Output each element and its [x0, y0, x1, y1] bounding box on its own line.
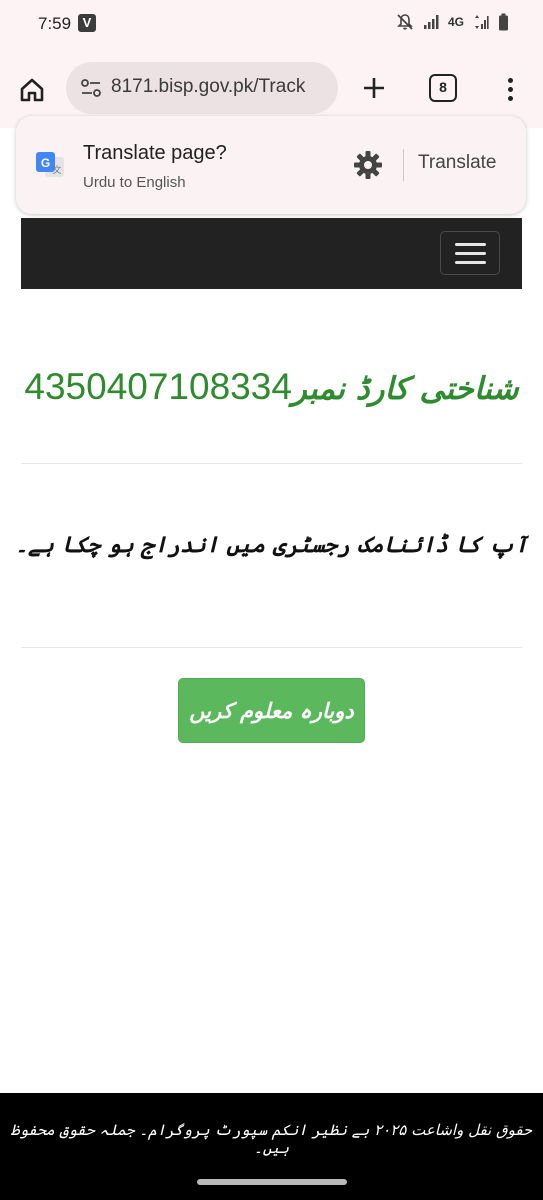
divider [21, 647, 522, 648]
menu-dot [507, 95, 513, 101]
new-tab-button[interactable] [356, 70, 392, 106]
hamburger-line [454, 242, 486, 246]
translate-banner: G 文 Translate page? Urdu to English Tran… [16, 116, 526, 214]
registration-message: آپ کا ڈائنامک رجسٹری میں اندراج ہو چکا ہ… [15, 532, 528, 558]
data-signal-icon [475, 15, 489, 29]
menu-dot [507, 77, 513, 83]
plus-icon [364, 78, 384, 98]
more-vert-icon[interactable] [495, 72, 525, 106]
gesture-navigation-bar[interactable] [197, 1179, 347, 1185]
hamburger-line [454, 251, 486, 255]
translate-divider [403, 149, 404, 181]
cnic-heading: 4350407108334شناختی کارڈ نمبر [0, 366, 543, 408]
address-bar[interactable]: 8171.bisp.gov.pk/Track [66, 62, 338, 114]
status-time: 7:59 [38, 14, 72, 33]
cnic-number: 4350407108334 [24, 366, 292, 407]
status-bar: 7:59 V 4G [0, 0, 543, 48]
tune-icon[interactable] [80, 78, 102, 98]
translate-language-pair: Urdu to English [83, 174, 186, 191]
home-button[interactable] [14, 72, 50, 108]
menu-dot [507, 86, 513, 92]
battery-icon [499, 13, 508, 31]
status-icons: 4G [396, 13, 509, 31]
hamburger-line [454, 260, 486, 264]
signal-icon [423, 15, 439, 29]
gear-icon[interactable] [353, 150, 383, 180]
retry-button[interactable]: دوبارہ معلوم کریں [178, 678, 365, 743]
footer-copyright: حقوق نقل واشاعت ۲۰۲۵ بے نظیر انکم سپورٹ … [10, 1121, 533, 1157]
tabs-icon[interactable]: 8 [429, 74, 457, 102]
hamburger-icon[interactable] [440, 231, 500, 275]
svg-text:文: 文 [52, 164, 61, 176]
cnic-label: شناختی کارڈ نمبر [291, 371, 519, 407]
network-type: 4G [447, 15, 464, 29]
svg-text:G: G [41, 156, 50, 170]
app-notification-icon: V [78, 14, 96, 32]
translate-title: Translate page? [83, 142, 227, 164]
home-icon [20, 78, 44, 102]
translate-button[interactable]: Translate [418, 152, 497, 174]
divider [21, 463, 522, 464]
site-navbar [21, 218, 522, 289]
mute-icon [397, 14, 413, 30]
google-translate-icon: G 文 [36, 152, 64, 177]
url-text[interactable]: 8171.bisp.gov.pk/Track [111, 76, 305, 98]
